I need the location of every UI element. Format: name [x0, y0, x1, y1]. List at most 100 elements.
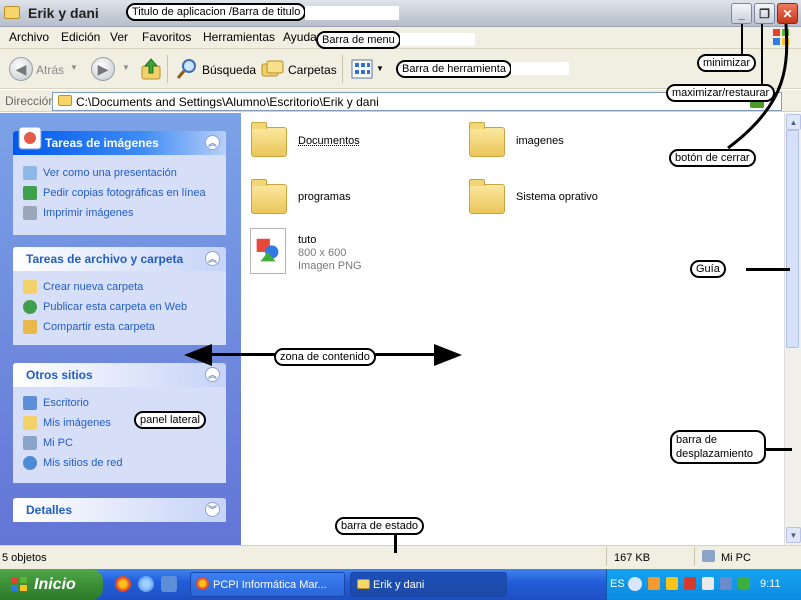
file-kind: Imagen PNG	[298, 260, 362, 272]
network-status-icon[interactable]	[720, 577, 732, 590]
toolbar-separator	[342, 55, 343, 83]
address-path[interactable]: C:\Documents and Settings\Alumno\Escrito…	[76, 95, 379, 109]
my-computer-icon	[23, 436, 37, 450]
folder-imagenes[interactable]: imagenes	[516, 135, 564, 147]
collapse-icon[interactable]: ︽	[205, 135, 220, 150]
other-places-title: Otros sitios	[26, 368, 93, 382]
status-size: 167 KB	[614, 552, 651, 564]
expand-icon[interactable]: ︾	[205, 502, 220, 517]
wireless-icon[interactable]	[738, 577, 750, 590]
collapse-icon[interactable]: ︽	[205, 367, 220, 382]
address-label: Dirección	[5, 94, 56, 108]
folder-icon[interactable]	[469, 122, 505, 157]
folder-icon[interactable]	[251, 122, 287, 157]
share-folder-icon	[23, 320, 37, 334]
scroll-thumb[interactable]	[786, 130, 799, 348]
details-header[interactable]: Detalles ︾	[13, 498, 226, 522]
volume-icon[interactable]	[702, 577, 714, 590]
place-desktop[interactable]: Escritorio	[23, 395, 89, 411]
printer-icon	[23, 206, 37, 220]
annotation-curve	[727, 23, 789, 150]
task-publish-web[interactable]: Publicar esta carpeta en Web	[23, 299, 187, 315]
place-my-computer[interactable]: Mi PC	[23, 435, 73, 451]
collapse-icon[interactable]: ︽	[205, 251, 220, 266]
folder-icon	[58, 95, 72, 106]
folder-icon[interactable]	[469, 179, 505, 214]
back-arrow-icon[interactable]: ◀	[9, 57, 33, 81]
menu-ayuda[interactable]: Ayuda	[283, 30, 317, 44]
folder-sistema[interactable]: Sistema oprativo	[516, 191, 598, 203]
views-dropdown-icon[interactable]: ▼	[376, 64, 384, 73]
start-label: Inicio	[34, 575, 76, 593]
annotation-mask	[400, 33, 475, 46]
chrome-icon	[196, 577, 209, 590]
taskbar-window-explorer[interactable]: Erik y dani	[350, 572, 507, 597]
file-tuto[interactable]: tuto	[298, 234, 316, 246]
my-pictures-icon	[23, 416, 37, 430]
folder-programas[interactable]: programas	[298, 191, 351, 203]
task-new-folder[interactable]: Crear nueva carpeta	[23, 279, 143, 295]
forward-arrow-icon[interactable]: ▶	[91, 57, 115, 81]
annotation-line	[766, 448, 792, 451]
windows-flag-icon	[11, 577, 27, 591]
image-tasks-header[interactable]: Tareas de imágenes ︽	[13, 126, 226, 155]
task-order-prints[interactable]: Pedir copias fotográficas en línea	[23, 185, 206, 201]
image-tasks-panel: Tareas de imágenes ︽ Ver como una presen…	[13, 126, 226, 235]
antivirus-icon[interactable]	[684, 577, 696, 590]
task-slideshow[interactable]: Ver como una presentación	[23, 165, 177, 181]
place-network[interactable]: Mis sitios de red	[23, 455, 122, 471]
clock[interactable]: 9:11	[760, 578, 781, 590]
menu-edicion[interactable]: Edición	[61, 30, 100, 44]
back-dropdown-icon[interactable]: ▼	[70, 63, 78, 72]
folder-icon	[4, 6, 20, 19]
annotation-mask	[511, 62, 569, 75]
new-folder-icon	[23, 280, 37, 294]
internet-explorer-icon[interactable]	[138, 576, 154, 592]
folder-icon[interactable]	[251, 179, 287, 214]
network-icon	[23, 456, 37, 470]
minimize-button[interactable]: _	[731, 3, 752, 24]
png-file-icon[interactable]	[250, 228, 286, 274]
views-icon[interactable]	[351, 59, 373, 79]
status-bar	[0, 545, 801, 569]
annotation-title: Titulo de aplicacion /Barra de titulo	[126, 3, 307, 21]
taskbar-window-chrome[interactable]: PCPI Informática Mar...	[190, 572, 345, 597]
tray-app-icon[interactable]	[648, 577, 660, 590]
place-my-pictures[interactable]: Mis imágenes	[23, 415, 111, 431]
maximize-button[interactable]: ❐	[754, 3, 775, 24]
language-indicator[interactable]: ES	[610, 578, 625, 590]
annotation-line	[394, 533, 397, 553]
up-folder-icon[interactable]	[140, 57, 162, 81]
task-print-images[interactable]: Imprimir imágenes	[23, 205, 133, 221]
menu-archivo[interactable]: Archivo	[9, 30, 49, 44]
slideshow-icon	[23, 166, 37, 180]
search-icon[interactable]	[175, 57, 199, 81]
details-panel: Detalles ︾	[13, 498, 226, 522]
search-button[interactable]: Búsqueda	[202, 63, 256, 77]
file-tasks-panel: Tareas de archivo y carpeta ︽ Crear nuev…	[13, 247, 226, 345]
menu-herramientas[interactable]: Herramientas	[203, 30, 275, 44]
close-button[interactable]: ✕	[777, 3, 798, 24]
security-shield-icon[interactable]	[666, 577, 678, 590]
file-tasks-header[interactable]: Tareas de archivo y carpeta ︽	[13, 247, 226, 271]
folders-button[interactable]: Carpetas	[288, 63, 337, 77]
annotation-sidepanel: panel lateral	[134, 411, 206, 429]
menu-ver[interactable]: Ver	[110, 30, 128, 44]
content-area	[241, 113, 783, 545]
folders-icon[interactable]	[261, 58, 285, 80]
annotation-content: zona de contenido	[274, 348, 376, 366]
task-share-folder[interactable]: Compartir esta carpeta	[23, 319, 155, 335]
menu-favoritos[interactable]: Favoritos	[142, 30, 191, 44]
show-desktop-icon[interactable]	[161, 576, 177, 592]
file-dimensions: 800 x 600	[298, 247, 347, 259]
publish-web-icon	[23, 300, 37, 314]
tray-arrow-icon[interactable]	[628, 577, 642, 591]
back-button[interactable]: Atrás	[36, 63, 64, 77]
toolbar-separator	[167, 55, 168, 83]
scroll-down-icon[interactable]: ▼	[786, 527, 801, 543]
title-bar[interactable]	[0, 0, 801, 27]
other-places-header[interactable]: Otros sitios ︽	[13, 363, 226, 387]
forward-dropdown-icon[interactable]: ▼	[122, 63, 130, 72]
folder-documentos[interactable]: Documentos	[298, 135, 360, 147]
chrome-icon[interactable]	[115, 576, 131, 592]
